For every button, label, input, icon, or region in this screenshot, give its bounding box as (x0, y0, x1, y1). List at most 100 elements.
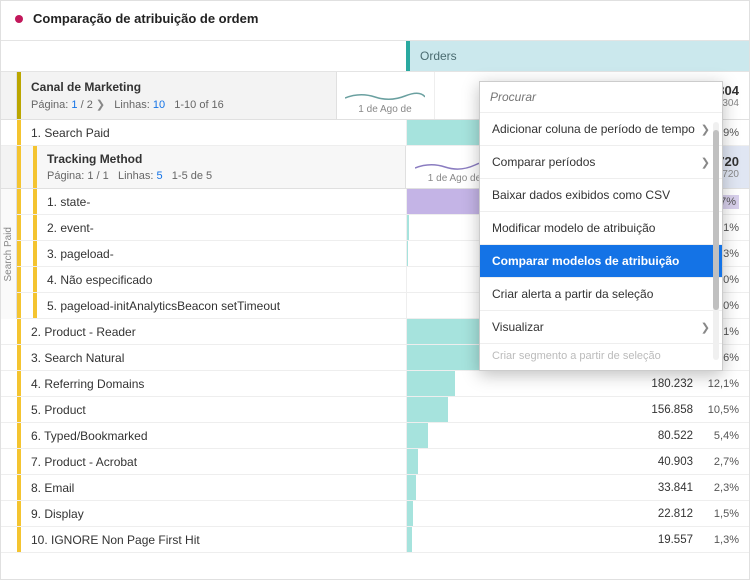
context-menu-item[interactable]: Comparar modelos de atribuição (480, 245, 722, 277)
dimension-title: Canal de Marketing (31, 80, 326, 94)
row-label: 3. pageload- (37, 247, 114, 261)
bar-cell (406, 423, 504, 448)
chevron-right-icon: ❯ (701, 156, 710, 169)
row-label: 4. Não especificado (37, 273, 152, 287)
gutter (1, 72, 17, 119)
menu-item-label: Criar alerta a partir da seleção (492, 287, 653, 301)
context-search-input[interactable] (490, 90, 712, 104)
menu-item-label: Adicionar coluna de período de tempo (492, 122, 695, 136)
spark-date: 1 de Ago de (358, 104, 411, 115)
rows-count[interactable]: 10 (153, 99, 165, 111)
row-value: 180.232 (641, 378, 693, 390)
context-menu-item[interactable]: Criar alerta a partir da seleção (480, 278, 722, 310)
row-value: 22.812 (641, 508, 693, 520)
accent-bar (17, 189, 21, 214)
bar-cell (406, 371, 504, 396)
page-sep: / (81, 99, 84, 111)
orders-column-header[interactable]: Orders (406, 41, 749, 71)
dimension-title: Tracking Method (47, 152, 395, 166)
row-value: 33.841 (641, 482, 693, 494)
table-row[interactable]: 4. Referring Domains180.23212,1% (1, 371, 749, 397)
value-cell: 156.85810,5% (504, 397, 749, 422)
dimension-pagination: Página: 1 / 1 Linhas: 5 1-5 de 5 (47, 170, 395, 182)
chevron-right-icon: ❯ (701, 123, 710, 136)
row-label: 3. Search Natural (21, 351, 124, 365)
sparkline-cell: 1 de Ago de (336, 72, 434, 119)
panel-dot-icon (15, 15, 23, 23)
bar-cell (406, 501, 504, 526)
row-pct: 5,4% (699, 430, 739, 442)
rows-label: Linhas: (114, 99, 149, 111)
menu-item-label: Baixar dados exibidos como CSV (492, 188, 670, 202)
table-row[interactable]: 10. IGNORE Non Page First Hit19.5571,3% (1, 527, 749, 553)
row-label: 7. Product - Acrobat (21, 455, 137, 469)
table-row[interactable]: 6. Typed/Bookmarked 80.522 5,4% (1, 423, 749, 449)
row-label: 1. Search Paid (21, 126, 110, 140)
dimension-header-content: Canal de Marketing Página: 1 / 2 ❯ Linha… (17, 72, 336, 119)
dimension-pagination: Página: 1 / 2 ❯ Linhas: 10 1-10 of 16 (31, 98, 326, 111)
pages-label: Página: (31, 99, 68, 111)
vertical-label: Search Paid (3, 225, 14, 283)
rows-label: Linhas: (118, 170, 153, 182)
attribution-panel: Comparação de atribuição de ordem Orders… (0, 0, 750, 580)
menu-item-label: Visualizar (492, 320, 544, 334)
orders-label: Orders (420, 49, 457, 63)
page-next-icon[interactable]: ❯ (96, 99, 108, 111)
row-pct: 2,3% (699, 482, 739, 494)
table-row[interactable]: 8. Email33.8412,3% (1, 475, 749, 501)
row-label: 9. Display (21, 507, 84, 521)
chevron-right-icon: ❯ (701, 321, 710, 334)
row-pct: 2,7% (699, 456, 739, 468)
value-cell: 40.903 2,7% (504, 449, 749, 474)
sparkline-icon (345, 88, 425, 104)
rows-range: 1-10 of 16 (174, 99, 224, 111)
value-cell: 19.5571,3% (504, 527, 749, 552)
row-value: 19.557 (641, 534, 693, 546)
spark-date: 1 de Ago de (428, 173, 481, 184)
page-current[interactable]: 1 (71, 99, 77, 111)
row-value: 80.522 (641, 430, 693, 442)
vertical-label-gutter: Search Paid (1, 189, 17, 319)
row-label: 1. state- (37, 195, 90, 209)
bar-cell (406, 475, 504, 500)
context-menu-item[interactable]: Modificar modelo de atribuição (480, 212, 722, 244)
row-label: 5. pageload-initAnalyticsBeacon setTimeo… (37, 299, 280, 313)
row-label: 6. Typed/Bookmarked (21, 429, 148, 443)
table-row[interactable]: 5. Product 156.85810,5% (1, 397, 749, 423)
metric-header-left-spacer (1, 41, 406, 71)
context-search (480, 82, 722, 112)
context-menu-item[interactable]: Baixar dados exibidos como CSV (480, 179, 722, 211)
table-row[interactable]: 7. Product - Acrobat 40.903 2,7% (1, 449, 749, 475)
row-label: 2. Product - Reader (21, 325, 136, 339)
table-row[interactable]: 9. Display 22.8121,5% (1, 501, 749, 527)
menu-item-label: Comparar períodos (492, 155, 595, 169)
page-total: 2 (87, 99, 93, 111)
context-menu-item-cutoff[interactable]: Criar segmento a partir de seleção (480, 344, 722, 370)
value-cell: 80.522 5,4% (504, 423, 749, 448)
menu-item-label: Comparar modelos de atribuição (492, 254, 679, 268)
context-menu-item[interactable]: Comparar períodos ❯ (480, 146, 722, 178)
gutter (1, 146, 17, 188)
row-value: 40.903 (641, 456, 693, 468)
row-label: 2. event- (37, 221, 94, 235)
context-menu[interactable]: Adicionar coluna de período de tempo❯Com… (479, 81, 723, 371)
metric-header-row: Orders (1, 40, 749, 72)
accent-bar (17, 215, 21, 240)
scrollbar-thumb[interactable] (713, 130, 719, 310)
value-cell: 22.8121,5% (504, 501, 749, 526)
panel-header: Comparação de atribuição de ordem (1, 1, 749, 40)
accent-bar (17, 267, 21, 292)
context-menu-item[interactable]: Visualizar ❯ (480, 311, 722, 343)
panel-title: Comparação de atribuição de ordem (33, 11, 258, 26)
value-cell: 33.841 2,3% (504, 475, 749, 500)
context-scrollbar[interactable] (713, 122, 719, 360)
context-menu-item[interactable]: Adicionar coluna de período de tempo ❯ (480, 113, 722, 145)
bar-cell (406, 449, 504, 474)
bar-cell (406, 397, 504, 422)
row-label: 5. Product (21, 403, 86, 417)
rows-range: 1-5 de 5 (172, 170, 212, 182)
page-range: 1 / 1 (87, 170, 108, 182)
rows-count[interactable]: 5 (157, 170, 163, 182)
accent-bar (17, 241, 21, 266)
value-cell: 180.23212,1% (504, 371, 749, 396)
